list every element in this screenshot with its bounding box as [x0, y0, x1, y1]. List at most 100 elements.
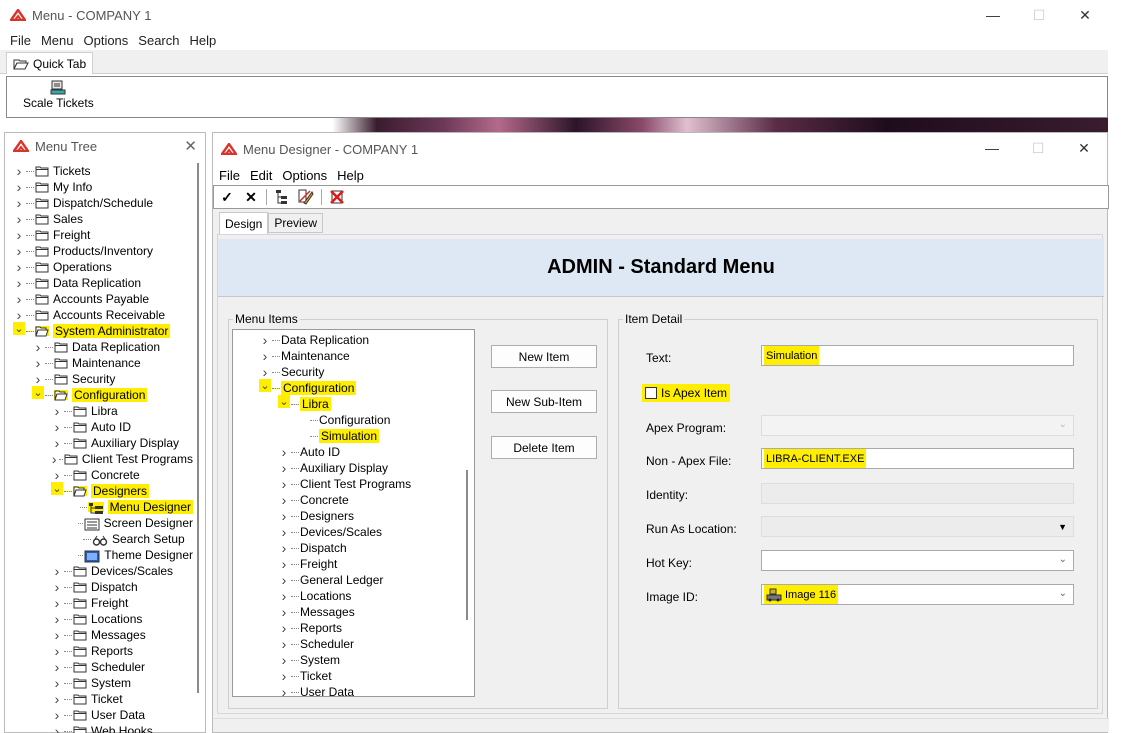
menu-tree-item[interactable]: › Data Replication — [5, 275, 193, 291]
hot-key-select[interactable]: ⌄ — [761, 550, 1074, 571]
menu-tree-item[interactable]: › Devices/Scales — [5, 563, 193, 579]
menu-file[interactable]: File — [0, 33, 36, 48]
menu-options[interactable]: Options — [78, 33, 133, 48]
maximize-button[interactable]: ☐ — [1015, 133, 1061, 163]
menu-tree-item[interactable]: › Ticket — [5, 691, 193, 707]
chevron-down-icon[interactable]: ⌄ — [278, 395, 290, 408]
menu-items-item[interactable]: › Locations — [233, 588, 474, 604]
menu-items-item[interactable]: › User Data — [233, 684, 474, 696]
chevron-right-icon[interactable]: › — [278, 476, 290, 492]
tab-design[interactable]: Design — [219, 212, 269, 234]
chevron-right-icon[interactable]: › — [51, 579, 63, 595]
menu-options[interactable]: Options — [277, 168, 332, 183]
tab-quick-tab[interactable]: Quick Tab — [6, 52, 94, 74]
menu-tree-scrollbar[interactable] — [195, 163, 201, 723]
chevron-right-icon[interactable]: › — [278, 508, 290, 524]
chevron-right-icon[interactable]: › — [278, 444, 290, 460]
checkbox-box[interactable] — [645, 387, 657, 399]
chevron-right-icon[interactable]: › — [278, 572, 290, 588]
chevron-right-icon[interactable]: › — [13, 163, 25, 179]
menu-tree-item[interactable]: Screen Designer — [5, 515, 193, 531]
menu-edit[interactable]: Edit — [245, 168, 277, 183]
chevron-right-icon[interactable]: › — [13, 227, 25, 243]
menu-items-item[interactable]: ⌄ Libra — [233, 395, 474, 412]
chevron-right-icon[interactable]: › — [13, 195, 25, 211]
cancel-x-icon[interactable]: ✕ — [242, 188, 260, 206]
menu-tree-item[interactable]: › Maintenance — [5, 355, 193, 371]
text-field[interactable]: Simulation — [761, 345, 1074, 366]
menu-items-item[interactable]: › Freight — [233, 556, 474, 572]
menu-tree-item[interactable]: Menu Designer — [5, 499, 193, 515]
menu-help[interactable]: Help — [332, 168, 369, 183]
scrollbar-thumb[interactable] — [197, 163, 199, 693]
chevron-down-icon[interactable]: ⌄ — [13, 322, 25, 335]
menu-tree-item[interactable]: › Operations — [5, 259, 193, 275]
scale-tickets-button[interactable]: Scale Tickets — [23, 80, 94, 110]
menu-tree-item[interactable]: › Web Hooks — [5, 723, 193, 733]
menu-items-item[interactable]: Simulation — [233, 428, 474, 444]
menu-items-item[interactable]: › Ticket — [233, 668, 474, 684]
menu-items-item[interactable]: › Messages — [233, 604, 474, 620]
chevron-right-icon[interactable]: › — [278, 620, 290, 636]
menu-items-item[interactable]: › Client Test Programs — [233, 476, 474, 492]
menu-items-item[interactable]: › Scheduler — [233, 636, 474, 652]
apex-program-select[interactable]: ⌄ — [761, 415, 1074, 436]
menu-tree-item[interactable]: › Security — [5, 371, 193, 387]
chevron-right-icon[interactable]: › — [259, 364, 271, 380]
menu-menu[interactable]: Menu — [36, 33, 79, 48]
close-button[interactable]: ✕ — [1062, 0, 1108, 30]
menu-items-item[interactable]: › General Ledger — [233, 572, 474, 588]
menu-tree-item[interactable]: › Dispatch/Schedule — [5, 195, 193, 211]
menu-tree-item[interactable]: › Client Test Programs — [5, 451, 193, 467]
tree-structure-icon[interactable] — [273, 188, 291, 206]
menu-items-item[interactable]: Configuration — [233, 412, 474, 428]
chevron-right-icon[interactable]: › — [13, 275, 25, 291]
chevron-right-icon[interactable]: › — [278, 524, 290, 540]
menu-help[interactable]: Help — [185, 33, 222, 48]
chevron-right-icon[interactable]: › — [32, 371, 44, 387]
chevron-right-icon[interactable]: › — [13, 291, 25, 307]
chevron-right-icon[interactable]: › — [32, 339, 44, 355]
close-icon[interactable]: ✕ — [184, 137, 197, 155]
chevron-down-icon[interactable]: ⌄ — [51, 482, 63, 495]
chevron-right-icon[interactable]: › — [278, 668, 290, 684]
chevron-right-icon[interactable]: › — [259, 348, 271, 364]
menu-file[interactable]: File — [213, 168, 245, 183]
chevron-right-icon[interactable]: › — [278, 492, 290, 508]
chevron-right-icon[interactable]: › — [51, 675, 63, 691]
menu-items-item[interactable]: › System — [233, 652, 474, 668]
menu-tree-item[interactable]: ⌄ System Administrator — [5, 322, 193, 339]
chevron-right-icon[interactable]: › — [51, 659, 63, 675]
menu-items-item[interactable]: › Maintenance — [233, 348, 474, 364]
menu-tree-item[interactable]: › Libra — [5, 403, 193, 419]
chevron-right-icon[interactable]: › — [259, 332, 271, 348]
menu-tree-item[interactable]: › Freight — [5, 595, 193, 611]
menu-items-item[interactable]: › Concrete — [233, 492, 474, 508]
identity-field[interactable] — [761, 483, 1074, 504]
chevron-right-icon[interactable]: › — [278, 604, 290, 620]
image-id-select[interactable]: Image 116 ⌄ — [761, 584, 1074, 605]
chevron-right-icon[interactable]: › — [13, 259, 25, 275]
chevron-right-icon[interactable]: › — [51, 595, 63, 611]
chevron-right-icon[interactable]: › — [278, 684, 290, 696]
menu-tree-item[interactable]: › Locations — [5, 611, 193, 627]
chevron-right-icon[interactable]: › — [51, 691, 63, 707]
menu-tree-item[interactable]: › System — [5, 675, 193, 691]
chevron-right-icon[interactable]: › — [51, 611, 63, 627]
menu-tree-item[interactable]: Theme Designer — [5, 547, 193, 563]
chevron-right-icon[interactable]: › — [51, 723, 63, 733]
chevron-right-icon[interactable]: › — [32, 355, 44, 371]
minimize-button[interactable]: — — [970, 0, 1016, 30]
menu-tree-item[interactable]: › Data Replication — [5, 339, 193, 355]
menu-tree-item[interactable]: › Products/Inventory — [5, 243, 193, 259]
chevron-right-icon[interactable]: › — [51, 403, 63, 419]
menu-items-item[interactable]: › Security — [233, 364, 474, 380]
menu-tree-item[interactable]: › Freight — [5, 227, 193, 243]
edit-pencil-icon[interactable] — [297, 188, 315, 206]
chevron-right-icon[interactable]: › — [51, 419, 63, 435]
chevron-right-icon[interactable]: › — [51, 707, 63, 723]
close-button[interactable]: ✕ — [1061, 133, 1107, 163]
minimize-button[interactable]: — — [969, 133, 1015, 163]
menu-tree-item[interactable]: › Dispatch — [5, 579, 193, 595]
menu-tree-item[interactable]: › Reports — [5, 643, 193, 659]
